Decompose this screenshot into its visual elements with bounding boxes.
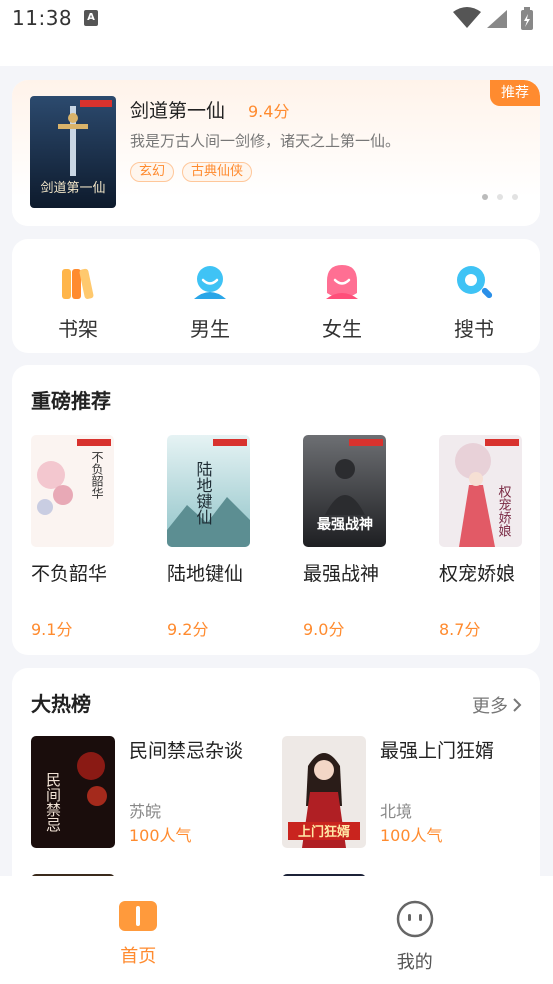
system-status-icons — [453, 7, 533, 30]
category-nav: 书架 男生 女生 搜书 — [12, 239, 540, 353]
recommend-book[interactable]: 权宠娇娘 权宠娇娘 8.7分 — [439, 435, 522, 640]
recommend-book[interactable]: 陆地键仙 陆地键仙 9.2分 — [167, 435, 250, 640]
genre-chip: 古典仙侠 — [182, 162, 253, 182]
more-label: 更多 — [472, 696, 508, 717]
category-search[interactable]: 搜书 — [408, 239, 540, 353]
book-popularity: 100人气 — [129, 826, 192, 845]
banner-book-title[interactable]: 剑道第一仙 — [130, 96, 225, 123]
banner-genre-chips: 玄幻 古典仙侠 — [130, 162, 253, 182]
banner-book-description: 我是万古人间一剑修，诸天之上第一仙。 — [130, 132, 401, 150]
book-name[interactable]: 最强战神 — [303, 559, 386, 586]
bottom-tab-bar: 首页 我的 — [0, 876, 553, 984]
category-male[interactable]: 男生 — [144, 239, 276, 353]
hot-book[interactable]: 上门狂婿 最强上门狂婿 北境 100人气 — [282, 736, 522, 850]
recommend-title: 重磅推荐 — [31, 389, 111, 413]
hot-book[interactable]: 民间禁忌 民间禁忌杂谈 苏皖 100人气 — [31, 736, 271, 850]
cover-title: 不负韶华 — [90, 451, 104, 499]
banner-book-cover[interactable]: 剑道第一仙 — [30, 96, 116, 208]
book-score: 8.7分 — [439, 620, 481, 639]
more-link[interactable]: 更多 — [472, 692, 522, 718]
carousel-indicator — [482, 194, 518, 200]
book-name[interactable]: 陆地键仙 — [167, 559, 250, 586]
hot-list-section: 大热榜 更多 民间禁忌 民间禁忌杂谈 苏皖 100人气 上门狂婿 最强上门狂婿 … — [12, 668, 540, 898]
cover-title: 陆地键仙 — [194, 461, 213, 525]
status-time: 11:38 — [12, 6, 73, 30]
book-score: 9.2分 — [167, 620, 209, 639]
book-score: 9.0分 — [303, 620, 345, 639]
book-cover[interactable]: 最强战神 — [303, 435, 386, 547]
cover-title: 最强战神 — [317, 516, 373, 533]
banner-cover-title: 剑道第一仙 — [40, 180, 105, 196]
tab-home[interactable]: 首页 — [0, 876, 277, 984]
category-female[interactable]: 女生 — [276, 239, 408, 353]
book-name[interactable]: 民间禁忌杂谈 — [129, 736, 243, 763]
recommend-book[interactable]: 最强战神 最强战神 9.0分 — [303, 435, 386, 640]
book-name[interactable]: 不负韶华 — [31, 559, 114, 586]
hot-list-title: 大热榜 — [31, 692, 91, 716]
book-name[interactable]: 权宠娇娘 — [439, 559, 522, 586]
banner-book-score: 9.4分 — [248, 102, 290, 121]
book-author: 苏皖 — [129, 802, 162, 821]
home-icon — [119, 901, 158, 931]
carousel-dot — [497, 194, 503, 200]
book-author: 北境 — [380, 802, 413, 821]
book-cover[interactable]: 不负韶华 — [31, 435, 114, 547]
category-bookshelf[interactable]: 书架 — [12, 239, 144, 353]
featured-banner[interactable]: 推荐 剑道第一仙 剑道第一仙 9.4分 我是万古人间一剑修，诸天之上第一仙。 玄… — [12, 80, 540, 226]
bookshelf-icon — [62, 268, 94, 299]
signal-icon — [487, 10, 507, 28]
book-name[interactable]: 最强上门狂婿 — [380, 736, 494, 763]
tab-label: 我的 — [396, 952, 433, 973]
sim-icon: A — [84, 10, 98, 26]
cover-title: 上门狂婿 — [298, 824, 351, 840]
category-label: 搜书 — [454, 317, 494, 341]
book-cover[interactable]: 权宠娇娘 — [439, 435, 522, 547]
cover-title: 权宠娇娘 — [496, 484, 512, 538]
category-label: 女生 — [322, 317, 362, 341]
status-bar: 11:38 A — [0, 0, 553, 66]
book-score: 9.1分 — [31, 620, 73, 639]
category-label: 书架 — [58, 317, 98, 341]
recommend-list: 不负韶华 不负韶华 9.1分 陆地键仙 陆地键仙 9.2分 最强战神 最强战神 … — [31, 435, 522, 640]
recommend-section: 重磅推荐 不负韶华 不负韶华 9.1分 陆地键仙 陆地键仙 9.2分 最强战神 … — [12, 365, 540, 655]
carousel-dot — [482, 194, 488, 200]
profile-icon — [396, 900, 433, 938]
female-icon — [326, 265, 358, 299]
category-label: 男生 — [190, 317, 230, 341]
search-icon — [457, 266, 493, 299]
book-popularity: 100人气 — [380, 826, 443, 845]
male-icon — [194, 266, 226, 299]
book-cover[interactable]: 上门狂婿 — [282, 736, 366, 848]
wifi-icon — [453, 7, 481, 28]
tab-profile[interactable]: 我的 — [277, 876, 553, 984]
genre-chip: 玄幻 — [130, 162, 175, 182]
book-cover[interactable]: 民间禁忌 — [31, 736, 115, 848]
chevron-right-icon — [513, 698, 522, 712]
carousel-dot — [512, 194, 518, 200]
recommend-book[interactable]: 不负韶华 不负韶华 9.1分 — [31, 435, 114, 640]
tab-label: 首页 — [120, 946, 157, 967]
cover-title: 民间禁忌 — [44, 772, 62, 832]
book-cover[interactable]: 陆地键仙 — [167, 435, 250, 547]
recommend-tag: 推荐 — [490, 80, 540, 106]
